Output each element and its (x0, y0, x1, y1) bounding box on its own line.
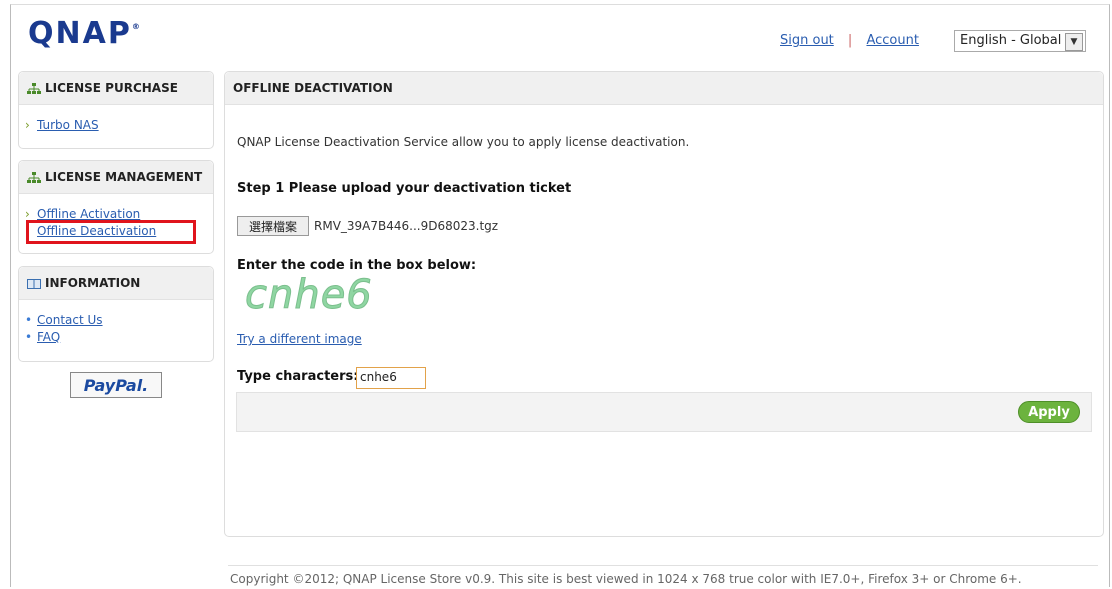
book-icon (27, 278, 41, 289)
type-characters-label: Type characters: (237, 369, 359, 384)
sitemap-icon (27, 171, 41, 183)
sidebar-item-faq[interactable]: FAQ (25, 330, 60, 344)
information-panel: INFORMATION Contact Us FAQ (18, 266, 214, 362)
sitemap-icon (27, 82, 41, 94)
top-nav: Sign out | Account (780, 33, 919, 48)
highlight-box (26, 220, 196, 244)
qnap-logo[interactable]: QNAP® (28, 16, 142, 51)
license-purchase-panel: LICENSE PURCHASE Turbo NAS (18, 71, 214, 149)
license-purchase-header: LICENSE PURCHASE (19, 72, 213, 105)
language-value: English - Global (960, 33, 1062, 48)
paypal-logo[interactable]: PayPal. (70, 372, 162, 398)
footer-copyright: Copyright ©2012; QNAP License Store v0.9… (230, 572, 1022, 586)
file-name: RMV_39A7B446...9D68023.tgz (314, 219, 499, 233)
step1-heading: Step 1 Please upload your deactivation t… (237, 181, 572, 196)
chevron-down-icon[interactable]: ▼ (1065, 33, 1083, 51)
license-management-title: LICENSE MANAGEMENT (45, 170, 203, 184)
try-different-image-link[interactable]: Try a different image (237, 332, 362, 346)
license-management-header: LICENSE MANAGEMENT (19, 161, 213, 194)
sidebar-item-contact-us[interactable]: Contact Us (25, 313, 102, 327)
footer-divider (228, 565, 1098, 566)
intro-text: QNAP License Deactivation Service allow … (237, 135, 690, 149)
captcha-image: cnhe6 (245, 272, 373, 319)
choose-file-button[interactable]: 選擇檔案 (237, 216, 309, 236)
language-select[interactable]: English - Global ▼ (954, 30, 1086, 52)
main-panel-header: OFFLINE DEACTIVATION (225, 72, 1103, 105)
license-purchase-title: LICENSE PURCHASE (45, 81, 178, 95)
account-link[interactable]: Account (866, 33, 919, 48)
sign-out-link[interactable]: Sign out (780, 33, 834, 48)
nav-separator: | (847, 33, 853, 48)
code-prompt: Enter the code in the box below: (237, 258, 477, 273)
sidebar-item-offline-activation[interactable]: Offline Activation (25, 207, 140, 221)
page-title: OFFLINE DEACTIVATION (233, 81, 393, 95)
action-bar (236, 392, 1092, 432)
information-header: INFORMATION (19, 267, 213, 300)
captcha-input[interactable]: cnhe6 (356, 367, 426, 389)
sidebar-item-turbo-nas[interactable]: Turbo NAS (25, 118, 99, 132)
apply-button[interactable]: Apply (1018, 401, 1080, 423)
information-title: INFORMATION (45, 276, 141, 290)
